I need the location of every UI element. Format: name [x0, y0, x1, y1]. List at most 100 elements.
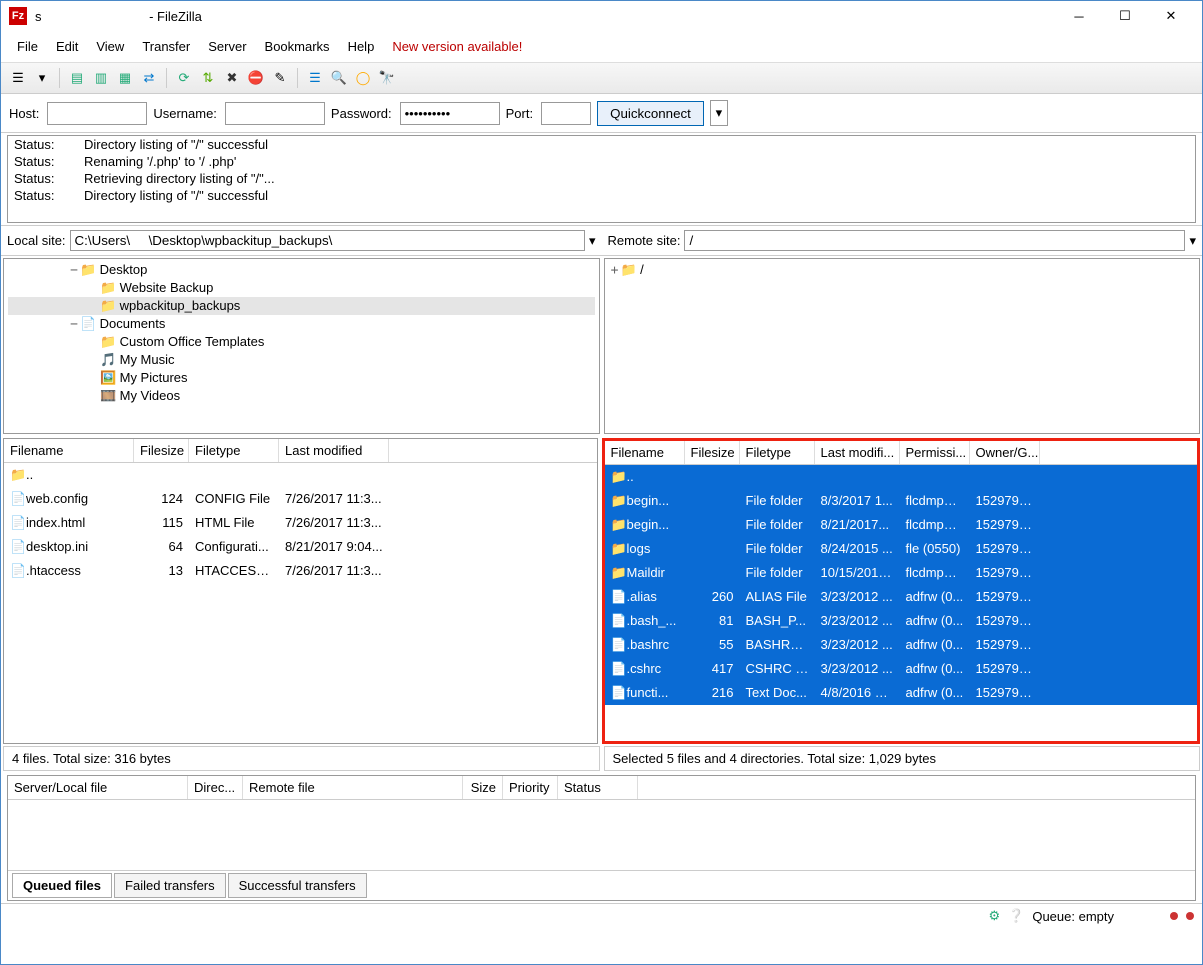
quickconnect-dropdown[interactable]: ▾	[710, 100, 728, 126]
menu-bookmarks[interactable]: Bookmarks	[257, 35, 338, 58]
menu-transfer[interactable]: Transfer	[134, 35, 198, 58]
process-queue-icon[interactable]: ⇅	[197, 67, 219, 89]
binoculars-icon[interactable]: 🔭	[376, 67, 398, 89]
tree-node[interactable]: 🎵 My Music	[8, 351, 595, 369]
menu-server[interactable]: Server	[200, 35, 254, 58]
file-row[interactable]: 📄.cshrc417CSHRC F...3/23/2012 ...adfrw (…	[605, 657, 1198, 681]
col-filename[interactable]: Filename	[4, 439, 134, 462]
local-status: 4 files. Total size: 316 bytes	[3, 746, 600, 771]
file-row[interactable]: 📄desktop.ini64Configurati...8/21/2017 9:…	[4, 535, 597, 559]
host-input[interactable]	[47, 102, 147, 125]
tree-node[interactable]: 🖼️ My Pictures	[8, 369, 595, 387]
file-row[interactable]: 📁begin...File folder8/21/2017...flcdmpe …	[605, 513, 1198, 537]
file-row[interactable]: 📄.bash_...81BASH_P...3/23/2012 ...adfrw …	[605, 609, 1198, 633]
search-icon[interactable]: 🔍	[328, 67, 350, 89]
separator-icon	[166, 68, 167, 88]
col-modified[interactable]: Last modifi...	[815, 441, 900, 464]
site-manager-icon[interactable]: ☰	[7, 67, 29, 89]
menubar: File Edit View Transfer Server Bookmarks…	[1, 31, 1202, 63]
toggle-queue-icon[interactable]: ⇄	[138, 67, 160, 89]
col-direction[interactable]: Direc...	[188, 776, 243, 799]
local-site-bar: Local site: ▾	[1, 226, 602, 255]
remote-site-input[interactable]	[684, 230, 1185, 251]
tab-failed-transfers[interactable]: Failed transfers	[114, 873, 226, 898]
app-icon: Fz	[9, 7, 27, 25]
file-row[interactable]: 📄.alias260ALIAS File3/23/2012 ...adfrw (…	[605, 585, 1198, 609]
local-file-list[interactable]: Filename Filesize Filetype Last modified…	[3, 438, 598, 744]
chevron-down-icon[interactable]: ▾	[589, 233, 596, 249]
help-icon[interactable]: ❔	[1008, 908, 1024, 924]
maximize-button[interactable]: ☐	[1102, 1, 1148, 31]
username-label: Username:	[153, 106, 217, 121]
tree-node[interactable]: −📄 Documents	[8, 315, 595, 333]
message-log[interactable]: Status:Directory listing of "/" successf…	[7, 135, 1196, 223]
file-row[interactable]: 📄index.html115HTML File7/26/2017 11:3...	[4, 511, 597, 535]
toggle-remote-tree-icon[interactable]: ▦	[114, 67, 136, 89]
log-row: Status:Directory listing of "/" successf…	[8, 136, 1195, 153]
tab-successful-transfers[interactable]: Successful transfers	[228, 873, 367, 898]
col-size[interactable]: Size	[463, 776, 503, 799]
file-row[interactable]: 📁logsFile folder8/24/2015 ...fle (0550)1…	[605, 537, 1198, 561]
reconnect-icon[interactable]: ✎	[269, 67, 291, 89]
col-modified[interactable]: Last modified	[279, 439, 389, 462]
col-filetype[interactable]: Filetype	[740, 441, 815, 464]
tree-node[interactable]: 📁 Website Backup	[8, 279, 595, 297]
tree-node[interactable]: −📁 Desktop	[8, 261, 595, 279]
queue-status: Queue: empty	[1032, 909, 1114, 924]
remote-site-label: Remote site:	[608, 233, 681, 248]
col-priority[interactable]: Priority	[503, 776, 558, 799]
chevron-down-icon[interactable]: ▾	[1189, 233, 1196, 249]
toggle-local-tree-icon[interactable]: ▥	[90, 67, 112, 89]
file-row[interactable]: 📁..	[605, 465, 1198, 489]
col-server-localfile[interactable]: Server/Local file	[8, 776, 188, 799]
refresh-icon[interactable]: ⟳	[173, 67, 195, 89]
local-site-input[interactable]	[70, 230, 585, 251]
file-row[interactable]: 📄.htaccess13HTACCESS ...7/26/2017 11:3..…	[4, 559, 597, 583]
log-row: Status:Renaming '/.php' to '/ .php'	[8, 153, 1195, 170]
tree-node[interactable]: +📁 /	[609, 261, 1196, 279]
dropdown-icon[interactable]: ▾	[31, 67, 53, 89]
menu-edit[interactable]: Edit	[48, 35, 86, 58]
file-row[interactable]: 📁begin...File folder8/3/2017 1...flcdmpe…	[605, 489, 1198, 513]
separator-icon	[297, 68, 298, 88]
password-input[interactable]	[400, 102, 500, 125]
menu-help[interactable]: Help	[340, 35, 383, 58]
compare-icon[interactable]: ◯	[352, 67, 374, 89]
col-filetype[interactable]: Filetype	[189, 439, 279, 462]
port-input[interactable]	[541, 102, 591, 125]
file-row[interactable]: 📄functi...216Text Doc...4/8/2016 3:...ad…	[605, 681, 1198, 705]
file-row[interactable]: 📁..	[4, 463, 597, 487]
menu-view[interactable]: View	[88, 35, 132, 58]
transfer-queue: Server/Local file Direc... Remote file S…	[7, 775, 1196, 901]
gear-icon[interactable]: ⚙	[989, 908, 1001, 924]
file-row[interactable]: 📄.bashrc55BASHRC...3/23/2012 ...adfrw (0…	[605, 633, 1198, 657]
remote-file-list[interactable]: Filename Filesize Filetype Last modifi..…	[602, 438, 1201, 744]
queue-body[interactable]	[8, 800, 1195, 870]
col-filename[interactable]: Filename	[605, 441, 685, 464]
disconnect-icon[interactable]: ⛔	[245, 67, 267, 89]
username-input[interactable]	[225, 102, 325, 125]
tab-queued-files[interactable]: Queued files	[12, 873, 112, 898]
col-permissions[interactable]: Permissi...	[900, 441, 970, 464]
col-filesize[interactable]: Filesize	[685, 441, 740, 464]
local-tree[interactable]: −📁 Desktop 📁 Website Backup 📁 wpbackitup…	[3, 258, 600, 434]
tree-node[interactable]: 📁 Custom Office Templates	[8, 333, 595, 351]
file-row[interactable]: 📄web.config124CONFIG File7/26/2017 11:3.…	[4, 487, 597, 511]
tree-node[interactable]: 🎞️ My Videos	[8, 387, 595, 405]
log-row: Status:Retrieving directory listing of "…	[8, 170, 1195, 187]
menu-new-version[interactable]: New version available!	[384, 35, 530, 58]
col-filesize[interactable]: Filesize	[134, 439, 189, 462]
toggle-log-icon[interactable]: ▤	[66, 67, 88, 89]
filter-icon[interactable]: ☰	[304, 67, 326, 89]
tree-node[interactable]: 📁 wpbackitup_backups	[8, 297, 595, 315]
remote-tree[interactable]: +📁 /	[604, 258, 1201, 434]
cancel-icon[interactable]: ✖	[221, 67, 243, 89]
close-button[interactable]: ✕	[1148, 1, 1194, 31]
menu-file[interactable]: File	[9, 35, 46, 58]
minimize-button[interactable]: ─	[1056, 1, 1102, 31]
file-row[interactable]: 📁MaildirFile folder10/15/2012...flcdmpe …	[605, 561, 1198, 585]
col-remotefile[interactable]: Remote file	[243, 776, 463, 799]
col-status[interactable]: Status	[558, 776, 638, 799]
quickconnect-button[interactable]: Quickconnect	[597, 101, 704, 126]
col-owner[interactable]: Owner/G...	[970, 441, 1040, 464]
